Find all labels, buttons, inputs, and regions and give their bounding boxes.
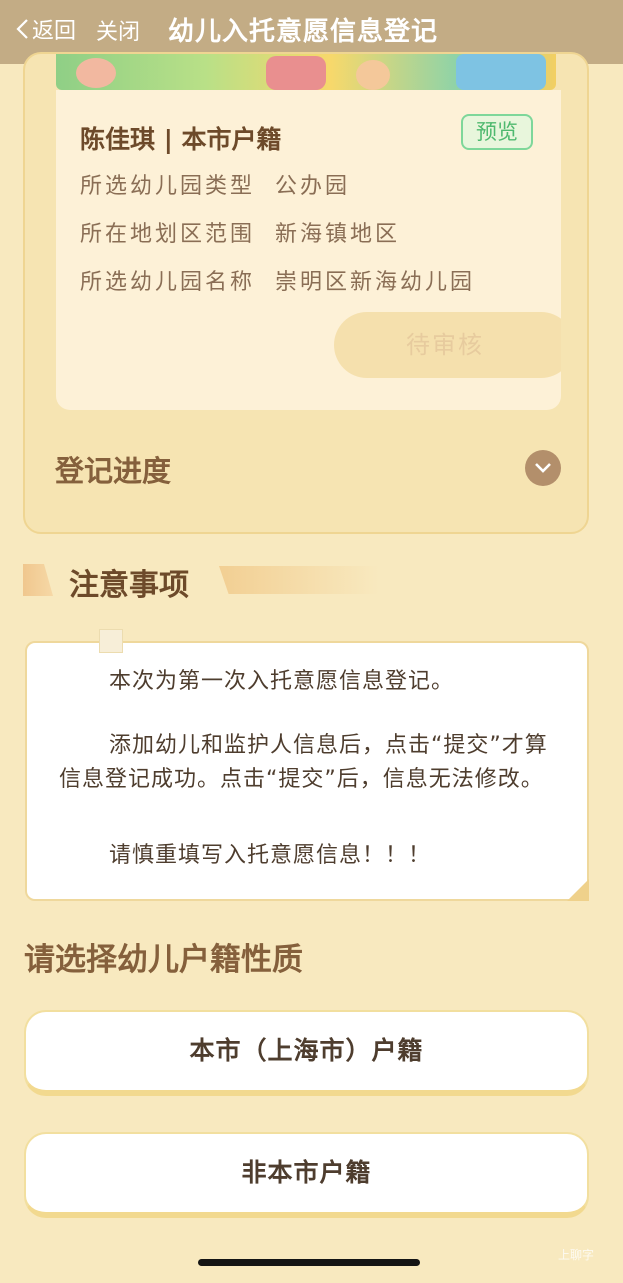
child-name: 陈佳琪 | 本市户籍 — [80, 125, 282, 154]
info-value: 公办园 — [275, 174, 351, 199]
local-household-button[interactable]: 本市（上海市）户籍 — [24, 1010, 589, 1096]
info-label: 所选幼儿园类型 — [80, 174, 256, 199]
registration-card: 陈佳琪 | 本市户籍 预览 所选幼儿园类型 公办园 所在地划区范围 新海镇地区 所选… — [23, 52, 589, 534]
info-label: 所在地划区范围 — [80, 222, 256, 247]
heading-decoration — [23, 564, 53, 596]
chevron-down-icon — [535, 463, 551, 473]
registration-info-panel: 陈佳琪 | 本市户籍 预览 所选幼儿园类型 公办园 所在地划区范围 新海镇地区 所选… — [56, 90, 561, 410]
watermark: 上聊字 — [558, 1248, 595, 1262]
preview-button[interactable]: 预览 — [461, 114, 533, 150]
page-title: 幼儿入托意愿信息登记 — [168, 17, 439, 47]
info-value: 崇明区新海幼儿园 — [275, 270, 476, 295]
notice-heading-text: 注意事项 — [69, 568, 189, 603]
info-label: 所选幼儿园名称 — [80, 270, 256, 295]
notice-box: 本次为第一次入托意愿信息登记。 添加幼儿和监护人信息后，点击“提交”才算信息登记… — [25, 629, 589, 901]
back-label: 返回 — [32, 19, 77, 44]
notice-paragraph: 本次为第一次入托意愿信息登记。 — [109, 669, 455, 694]
progress-toggle-label[interactable]: 登记进度 — [55, 448, 171, 490]
notice-paragraph: 添加幼儿和监护人信息后，点击“提交”才算信息登记成功。点击“提交”后，信息无法修… — [59, 733, 548, 792]
back-button[interactable]: 返回 — [14, 12, 76, 46]
notice-heading: 注意事项 — [23, 560, 383, 603]
home-indicator[interactable] — [198, 1259, 420, 1266]
notice-paragraph: 请慎重填写入托意愿信息！！！ — [109, 843, 432, 868]
page-fold-decoration — [567, 879, 589, 901]
info-row-type: 所选幼儿园类型 公办园 — [80, 168, 350, 200]
info-value: 新海镇地区 — [275, 222, 401, 247]
non-local-household-button[interactable]: 非本市户籍 — [24, 1132, 589, 1218]
status-badge: 待审核 — [334, 312, 561, 378]
household-type-title: 请选择幼儿户籍性质 — [24, 942, 303, 978]
close-button[interactable]: 关闭 — [96, 14, 140, 46]
info-row-kindergarten: 所选幼儿园名称 崇明区新海幼儿园 — [80, 264, 475, 296]
chevron-left-icon — [16, 19, 28, 39]
expand-progress-button[interactable] — [525, 450, 561, 486]
kindergarten-banner-image — [56, 54, 556, 90]
info-row-district: 所在地划区范围 新海镇地区 — [80, 216, 400, 248]
heading-decoration-bar — [219, 566, 379, 594]
pin-decoration — [99, 629, 123, 653]
